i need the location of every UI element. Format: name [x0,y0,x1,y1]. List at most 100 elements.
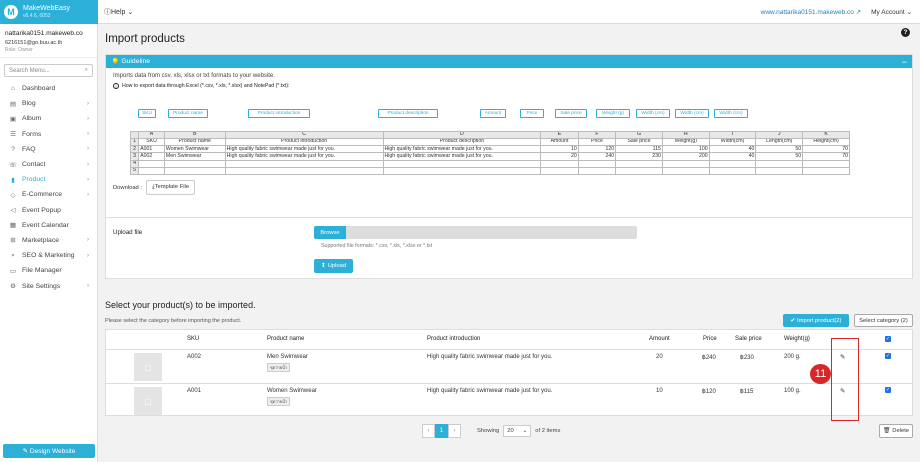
sidebar-item-seo[interactable]: ⌕ SEO & Marketing › [0,248,97,263]
forms-icon: ☰ [10,131,16,139]
sidebar-item-event-calendar[interactable]: ▦ Event Calendar [0,218,97,233]
seo-icon: ⌕ [11,251,15,259]
sheet-row: 4 [129,159,850,168]
upload-icon: ⬆ [320,263,326,269]
sidebar-item-forms[interactable]: ☰ Forms › [0,127,97,142]
sidebar-item-contact[interactable]: ☏ Contact › [0,157,97,172]
template-file-button[interactable]: ⤓Template File [146,180,196,195]
browse-button[interactable]: Browse [314,226,346,239]
page-size: Showing 20 ⌄ of 2 items [477,425,560,437]
import-product-button[interactable]: ✔ Import product(2) [783,314,849,327]
sidebar-item-album[interactable]: ▣ Album › [0,111,97,126]
next-page-button[interactable]: › [448,424,461,438]
row-checkbox[interactable]: ✓ [885,353,891,359]
column-tag: Width (cm) [714,109,748,118]
chevron-right-icon: › [87,176,89,183]
logo[interactable]: M MakeWebEasy v6.4.6, 6052 [0,0,98,24]
album-icon: ▣ [9,115,17,123]
image-placeholder-icon: ▢ [134,353,162,381]
guideline-header[interactable]: 💡 Guideline − [106,55,912,68]
user-email: 6216151@go.buu.ac.th [5,40,63,46]
upload-label: Upload file [113,229,143,236]
select-subtitle: Please select the category before import… [105,318,242,324]
account-menu[interactable]: My Account ⌄ [871,8,912,16]
chevron-down-icon: ⌄ [906,8,912,16]
top-bar: M MakeWebEasy v6.4.6, 6052 ⓘHelp ⌄ www.n… [0,0,920,24]
site-link[interactable]: www.nattarika0151.makeweb.co ↗ [761,8,861,16]
chevron-down-icon: ⌄ [522,428,528,434]
main-content: Import products ? 💡 Guideline − Imports … [98,24,920,462]
select-all-checkbox[interactable]: ✓ [885,336,891,342]
sidebar-item-ecommerce[interactable]: ◇ E-Commerce › [0,187,97,202]
help-menu[interactable]: ⓘHelp ⌄ [104,7,133,17]
ecommerce-icon: ◇ [10,191,16,199]
chevron-right-icon: › [87,100,89,107]
pagination: ‹ 1 › Showing 20 ⌄ of 2 items [422,424,560,438]
select-title: Select your product(s) to be imported. [105,300,256,310]
chevron-right-icon: › [87,115,89,122]
column-tag: SKU [138,109,156,118]
chevron-right-icon: › [87,191,89,198]
delete-button[interactable]: 🗑 Delete [879,424,913,438]
sidebar: nattarika0151.makeweb.co 6216151@go.buu.… [0,24,98,462]
chevron-right-icon: › [87,131,89,138]
home-icon: ⌂ [11,85,15,93]
table-row: ▢ A001 Women Swimwear ชุดว่ายน้ำ High qu… [106,384,912,418]
calendar-icon: ▦ [9,222,17,230]
chevron-right-icon: › [87,283,89,290]
chevron-right-icon: › [87,161,89,168]
design-website-button[interactable]: ✎ Design Website [3,444,95,458]
folder-icon: ▭ [9,267,17,275]
download-row: Download : ⤓Template File [113,180,196,195]
search-icon: ⌕ [84,67,88,73]
upload-button[interactable]: ⬆ Upload [314,259,353,273]
sidebar-item-site-settings[interactable]: ⚙ Site Settings › [0,278,97,293]
annotation-highlight [831,338,859,421]
guideline-panel: 💡 Guideline − Imports data from csv, xls… [105,54,913,228]
file-input[interactable]: Browse [314,226,637,239]
search-input[interactable]: Search Menu... ⌕ [4,64,93,77]
sidebar-item-product[interactable]: ▮ Product › [0,172,97,187]
guideline-howto: i How to export data through Excel (*.csv… [106,79,912,89]
collapse-icon[interactable]: − [902,57,907,67]
excel-example: SKU Product name Product introduction Pr… [129,109,850,204]
lightbulb-icon: 💡 [111,58,120,66]
page-title: Import products [105,33,185,45]
help-icon: ⓘ [104,8,111,16]
column-tag: Weight (g) [596,109,630,118]
sidebar-item-blog[interactable]: ▤ Blog › [0,96,97,111]
prev-page-button[interactable]: ‹ [422,424,435,438]
user-role: Role: Owner [5,47,33,53]
page-button[interactable]: 1 [435,424,448,438]
pencil-icon: ✎ [22,448,29,455]
sidebar-item-event-popup[interactable]: ◁ Event Popup [0,203,97,218]
blog-icon: ▤ [9,100,17,108]
column-tag: Price [520,109,544,118]
annotation-marker: 11 [810,364,831,384]
chevron-right-icon: › [87,252,89,259]
table-header: SKU Product name Product introduction Am… [106,330,912,350]
category-badge: ชุดว่ายน้ำ [267,363,291,372]
guideline-description: Imports data from csv, xls, xlsx or txt … [113,73,275,79]
sidebar-item-faq[interactable]: ? FAQ › [0,142,97,157]
chevron-right-icon: › [87,237,89,244]
user-info: nattarika0151.makeweb.co 6216151@go.buu.… [0,24,97,58]
row-checkbox[interactable]: ✓ [885,387,891,393]
sidebar-item-dashboard[interactable]: ⌂ Dashboard [0,81,97,96]
column-tag: Product name [168,109,208,118]
chevron-down-icon: ⌄ [127,8,134,16]
select-category-button[interactable]: Select category (2) [854,314,913,327]
phone-icon: ☏ [8,161,18,169]
image-placeholder-icon: ▢ [134,387,162,415]
logo-version: v6.4.6, 6052 [23,12,51,19]
sidebar-item-file-manager[interactable]: ▭ File Manager [0,263,97,278]
question-icon[interactable]: ? [901,28,910,37]
sheet-header-row: 1 SKU Product name Product introduction Pr… [129,138,850,147]
logo-name: MakeWebEasy [23,4,70,12]
page-size-select[interactable]: 20 ⌄ [503,425,532,437]
column-tag: Width (cm) [675,109,709,118]
table-row: ▢ A002 Men Swimwear ชุดว่ายน้ำ High qual… [106,350,912,384]
sidebar-item-marketplace[interactable]: ⊞ Marketplace › [0,233,97,248]
logo-icon: M [4,4,18,19]
marketplace-icon: ⊞ [10,237,16,245]
